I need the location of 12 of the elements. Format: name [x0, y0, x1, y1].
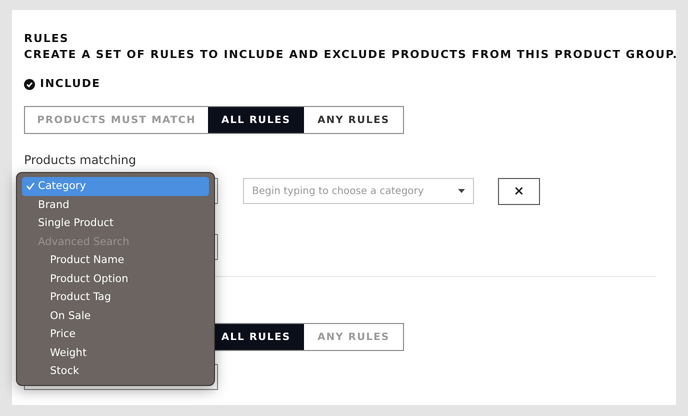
remove-rule-button[interactable]: × — [498, 178, 540, 204]
menu-option[interactable]: Category — [22, 177, 209, 196]
checkmark-icon — [26, 182, 35, 190]
section-description: CREATE A SET OF RULES TO INCLUDE AND EXCLUDE PRODUCTS FROM THIS PRODUCT GROUP. — [24, 47, 678, 63]
menu-option[interactable]: Brand — [22, 196, 209, 214]
include-label: INCLUDE — [40, 76, 101, 92]
field-label: Products matching — [24, 152, 136, 168]
caret-icon — [458, 189, 465, 193]
section-title: RULES — [24, 31, 69, 47]
rule-mode-tab[interactable]: ALL RULES — [208, 107, 304, 133]
menu-option[interactable]: Single Product — [22, 214, 209, 232]
match-label: PRODUCTS MUST MATCH — [36, 114, 197, 128]
